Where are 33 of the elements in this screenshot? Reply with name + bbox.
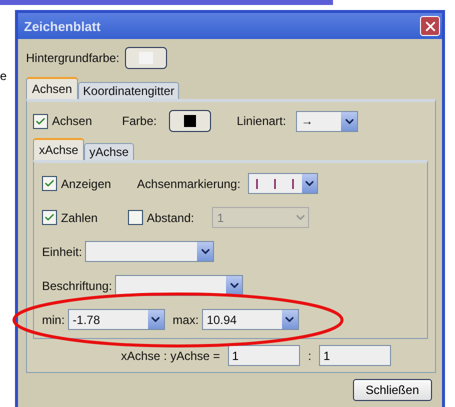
field-label: Farbe: bbox=[122, 114, 157, 128]
field-label: Linienart: bbox=[236, 114, 286, 128]
window-title: Zeichenblatt bbox=[24, 18, 101, 34]
field-label: xAchse : yAchse = bbox=[121, 348, 220, 362]
color-picker-button[interactable] bbox=[125, 47, 168, 69]
checkbox[interactable]: Achsen bbox=[33, 114, 92, 128]
check-icon bbox=[44, 212, 55, 223]
background-text: e bbox=[0, 69, 7, 83]
tab[interactable]: Koordinatengitter bbox=[78, 82, 180, 99]
check-icon bbox=[35, 116, 46, 126]
tab[interactable]: yAchse bbox=[84, 143, 134, 160]
line-style-dropdown[interactable]: → bbox=[296, 110, 358, 132]
input-field[interactable]: 1 bbox=[228, 345, 300, 366]
field-label: Achsenmarkierung: bbox=[137, 176, 240, 190]
tab[interactable]: Achsen bbox=[26, 77, 78, 99]
field-label: Einheit: bbox=[42, 244, 82, 258]
field-label: Beschriftung: bbox=[42, 278, 112, 292]
check-icon bbox=[44, 178, 55, 189]
checkbox[interactable]: Zahlen bbox=[42, 210, 98, 225]
field-label: min: bbox=[42, 312, 65, 326]
unit-dropdown[interactable] bbox=[85, 241, 214, 262]
field-label: max: bbox=[172, 312, 199, 326]
checkbox[interactable]: Anzeigen bbox=[42, 176, 112, 191]
tick-style-dropdown[interactable] bbox=[248, 173, 318, 194]
color-picker-button[interactable] bbox=[168, 110, 211, 132]
min-dropdown[interactable]: -1.78 bbox=[68, 309, 165, 330]
separator-text: : bbox=[308, 348, 312, 362]
max-dropdown[interactable]: 10.94 bbox=[202, 309, 299, 330]
close-dialog-button[interactable]: Schließen bbox=[352, 379, 432, 401]
field-label: Hintergrundfarbe: bbox=[26, 51, 120, 65]
tab[interactable]: xAchse bbox=[33, 138, 84, 160]
input-field[interactable]: 1 bbox=[319, 345, 392, 366]
close-button[interactable] bbox=[420, 16, 440, 36]
